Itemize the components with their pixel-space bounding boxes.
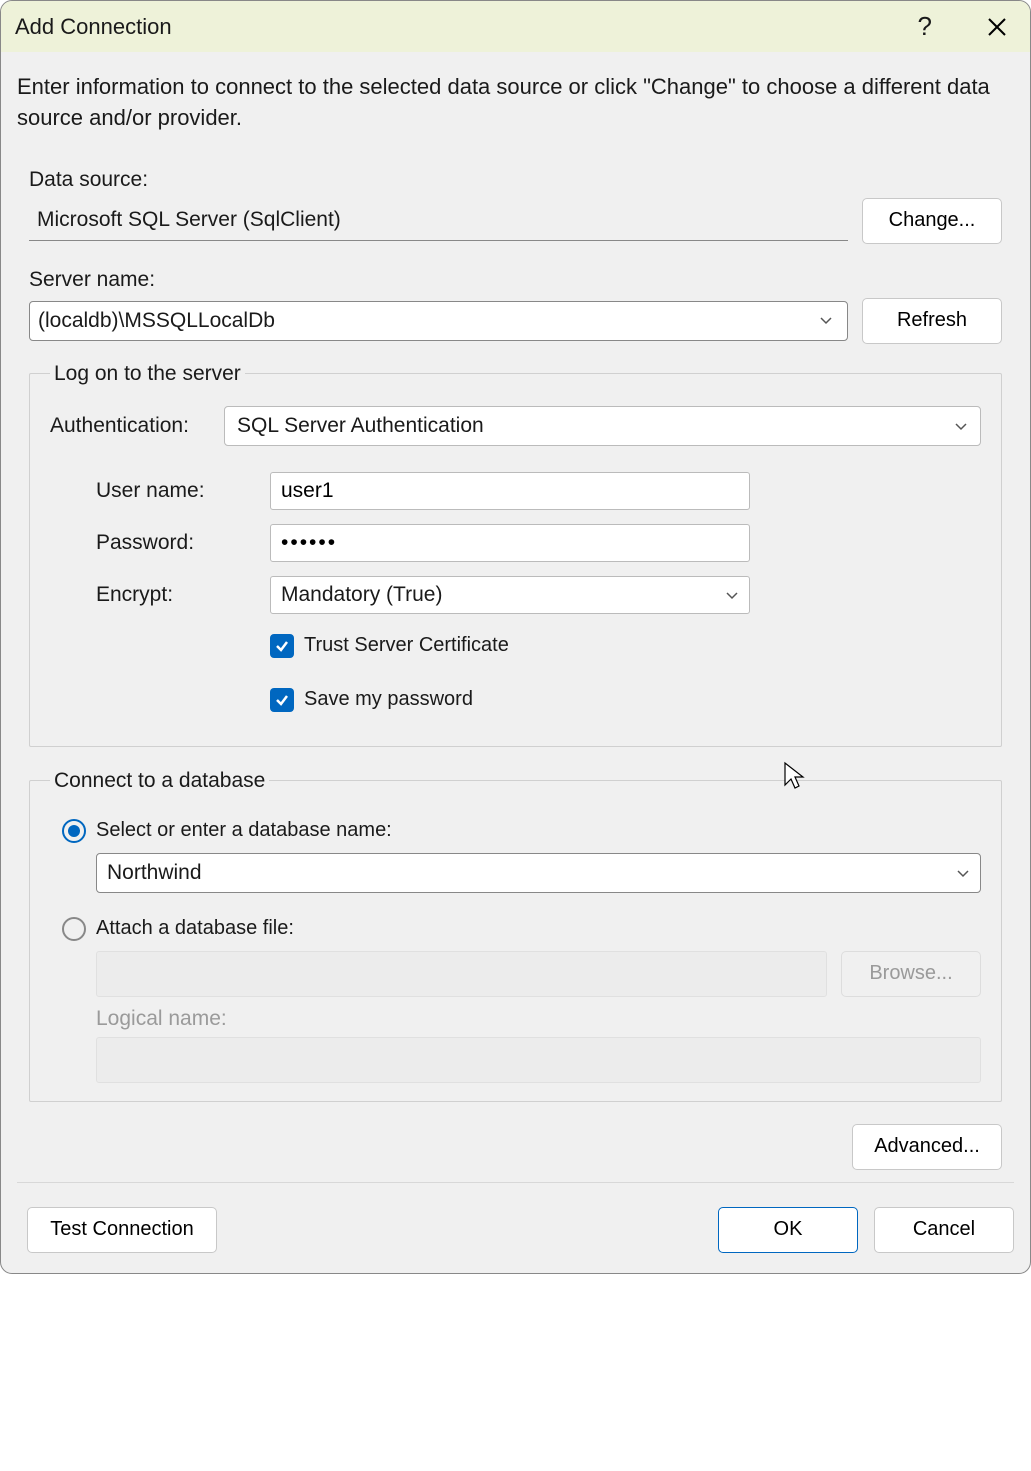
authentication-label: Authentication:	[50, 414, 210, 438]
trust-certificate-label: Trust Server Certificate	[304, 634, 509, 657]
chevron-down-icon	[956, 861, 970, 885]
close-icon[interactable]	[982, 12, 1012, 42]
authentication-combo[interactable]: SQL Server Authentication	[224, 406, 981, 446]
ok-button[interactable]: OK	[718, 1207, 858, 1253]
help-icon[interactable]: ?	[912, 11, 938, 42]
titlebar: Add Connection ?	[1, 1, 1030, 52]
database-group: Connect to a database Select or enter a …	[29, 769, 1002, 1102]
server-name-label: Server name:	[29, 268, 1002, 292]
refresh-button[interactable]: Refresh	[862, 298, 1002, 344]
password-input[interactable]	[270, 524, 750, 562]
encrypt-value: Mandatory (True)	[281, 583, 442, 607]
attach-database-label: Attach a database file:	[96, 917, 294, 940]
database-legend: Connect to a database	[50, 769, 269, 793]
save-password-label: Save my password	[304, 688, 473, 711]
cancel-button[interactable]: Cancel	[874, 1207, 1014, 1253]
chevron-down-icon	[725, 583, 739, 607]
attach-database-radio[interactable]	[62, 917, 86, 941]
username-label: User name:	[96, 479, 256, 503]
select-database-label: Select or enter a database name:	[96, 819, 392, 842]
username-input[interactable]	[270, 472, 750, 510]
logon-group: Log on to the server Authentication: SQL…	[29, 362, 1002, 747]
password-label: Password:	[96, 531, 256, 555]
logical-name-label: Logical name:	[96, 1007, 981, 1031]
separator	[17, 1182, 1014, 1183]
dialog-title: Add Connection	[15, 14, 912, 40]
data-source-value: Microsoft SQL Server (SqlClient)	[29, 201, 848, 241]
add-connection-dialog: Add Connection ? Enter information to co…	[0, 0, 1031, 1274]
select-database-radio[interactable]	[62, 819, 86, 843]
data-source-label: Data source:	[29, 168, 1002, 192]
encrypt-combo[interactable]: Mandatory (True)	[270, 576, 750, 614]
encrypt-label: Encrypt:	[96, 583, 256, 607]
server-name-combo[interactable]: (localdb)\MSSQLLocalDb	[29, 301, 848, 341]
attach-file-input	[96, 951, 827, 997]
attach-database-radio-row[interactable]: Attach a database file:	[62, 917, 981, 941]
advanced-button[interactable]: Advanced...	[852, 1124, 1002, 1170]
dialog-footer: Test Connection OK Cancel	[1, 1203, 1030, 1273]
save-password-checkbox[interactable]	[270, 688, 294, 712]
trust-certificate-checkbox[interactable]	[270, 634, 294, 658]
intro-text: Enter information to connect to the sele…	[17, 72, 1014, 134]
database-name-combo[interactable]: Northwind	[96, 853, 981, 893]
chevron-down-icon	[954, 414, 968, 438]
database-name-value: Northwind	[107, 861, 202, 885]
select-database-radio-row[interactable]: Select or enter a database name:	[62, 819, 981, 843]
server-name-value: (localdb)\MSSQLLocalDb	[38, 309, 275, 333]
chevron-down-icon	[819, 313, 839, 329]
logon-legend: Log on to the server	[50, 362, 245, 386]
change-button[interactable]: Change...	[862, 198, 1002, 244]
authentication-value: SQL Server Authentication	[237, 414, 484, 438]
test-connection-button[interactable]: Test Connection	[27, 1207, 217, 1253]
logical-name-input	[96, 1037, 981, 1083]
browse-button: Browse...	[841, 951, 981, 997]
